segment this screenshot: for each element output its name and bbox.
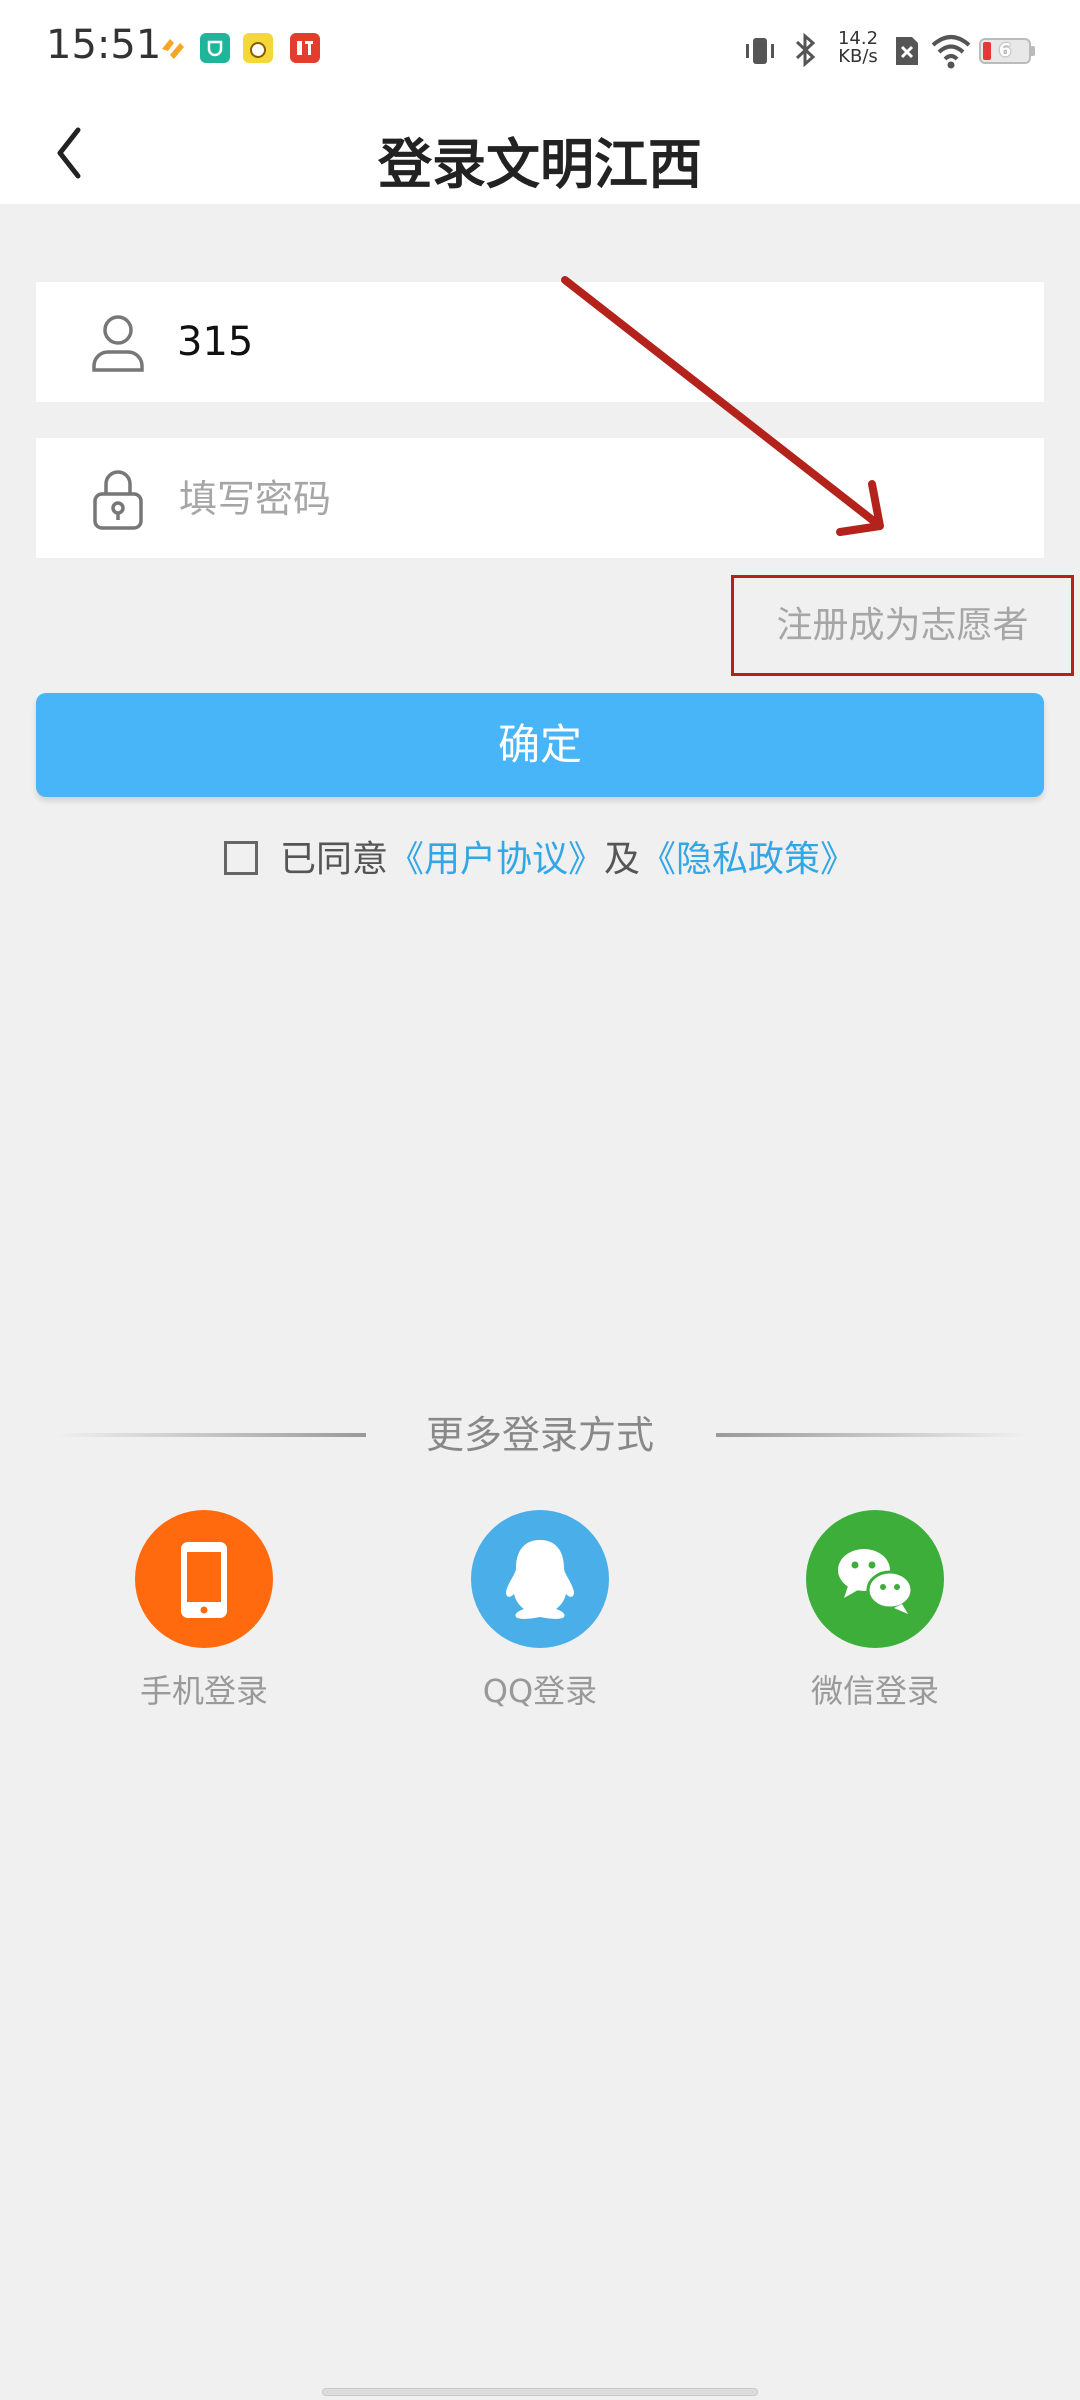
notification-app-icon	[200, 33, 230, 63]
phone-login-button[interactable]: 手机登录	[94, 1510, 314, 1720]
agreement-row: 已同意《用户协议》及《隐私政策》	[0, 830, 1080, 890]
register-volunteer-link[interactable]: 注册成为志愿者	[734, 578, 1071, 673]
annotation-highlight-box: 注册成为志愿者	[731, 575, 1074, 676]
page-title: 登录文明江西	[378, 132, 702, 196]
qq-login-circle	[471, 1510, 609, 1648]
wechat-icon	[838, 1549, 914, 1614]
battery-level: 6	[998, 40, 1012, 61]
agreement-prefix: 已同意	[279, 839, 388, 880]
agreement-checkbox[interactable]	[223, 841, 258, 875]
qq-login-button[interactable]: QQ登录	[430, 1510, 650, 1720]
net-speed-unit: KB/s	[838, 46, 878, 67]
status-time: 15:51	[46, 22, 162, 68]
phone-login-label: 手机登录	[139, 1672, 268, 1710]
user-icon	[92, 315, 144, 372]
phone-login-circle	[135, 1510, 273, 1648]
more-login-section: 更多登录方式	[0, 1400, 1080, 1470]
qq-icon	[506, 1540, 574, 1619]
wechat-login-circle	[806, 1510, 944, 1648]
sim-none-icon	[896, 37, 918, 65]
privacy-policy-link[interactable]: 《隐私政策》	[640, 839, 856, 880]
wifi-icon	[931, 35, 971, 69]
bluetooth-icon	[795, 32, 816, 68]
more-login-label: 更多登录方式	[425, 1413, 654, 1457]
notification-app-icon	[290, 33, 320, 63]
battery-indicator: 6	[979, 38, 1031, 64]
qq-login-label: QQ登录	[482, 1672, 598, 1710]
vibrate-icon	[746, 38, 774, 64]
notification-app-icon	[158, 33, 188, 63]
phone-icon	[181, 1542, 227, 1618]
lock-icon	[93, 470, 143, 530]
title-bar: 登录文明江西	[0, 100, 1080, 204]
annotation-arrow	[561, 276, 884, 536]
username-value: 315	[177, 319, 254, 365]
net-speed: 14.2 KB/s	[833, 30, 883, 66]
agreement-and: 及	[604, 839, 641, 880]
wechat-login-label: 微信登录	[810, 1672, 939, 1710]
confirm-button[interactable]: 确定	[36, 693, 1044, 797]
notification-app-icon	[243, 33, 273, 63]
home-indicator[interactable]	[322, 2388, 758, 2396]
battery-tip	[1031, 46, 1035, 56]
status-bar: 15:51 14.2 KB/s 6	[0, 0, 1080, 100]
user-agreement-link[interactable]: 《用户协议》	[388, 839, 604, 880]
wechat-login-button[interactable]: 微信登录	[765, 1510, 985, 1720]
